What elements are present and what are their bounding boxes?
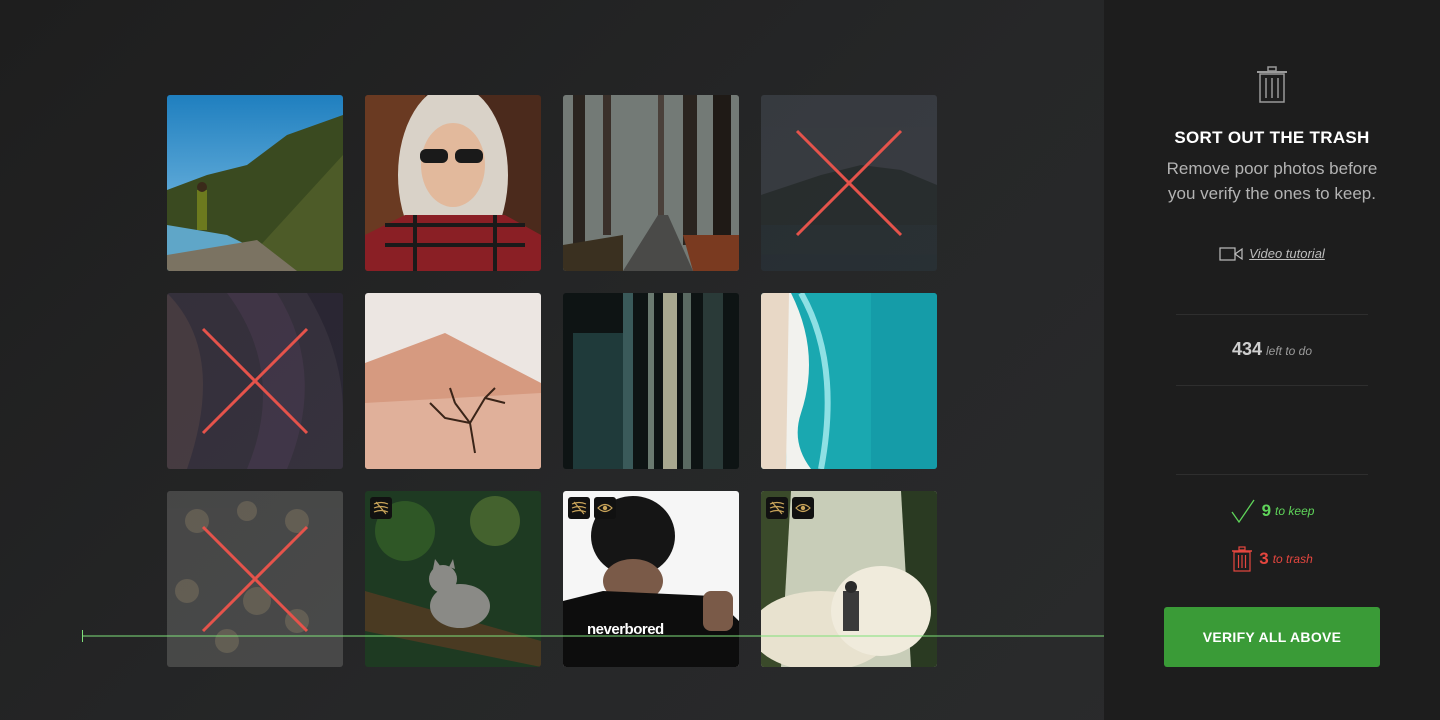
trash-x-icon: [201, 327, 309, 435]
photo-tile[interactable]: [761, 293, 937, 469]
divider: [1176, 314, 1368, 315]
photo-woman-sunglasses: [365, 95, 541, 271]
photo-tile[interactable]: [167, 95, 343, 271]
layers-icon[interactable]: [568, 497, 590, 519]
photo-badges: [766, 497, 814, 519]
photo-review-area: neverbored: [0, 0, 1104, 720]
photo-forest-road: [563, 95, 739, 271]
trash-stat: 3 to trash: [1104, 546, 1440, 572]
photo-tile[interactable]: [365, 293, 541, 469]
sidebar-description: Remove poor photos before you verify the…: [1166, 159, 1378, 203]
layers-icon[interactable]: [370, 497, 392, 519]
sidebar: SORT OUT THE TRASH Remove poor photos be…: [1104, 0, 1440, 720]
guide-line: [82, 630, 1153, 642]
keep-count: 9: [1261, 501, 1272, 520]
trash-icon: [1232, 546, 1253, 572]
photo-tile[interactable]: [563, 293, 739, 469]
keep-label: to keep: [1275, 504, 1315, 518]
keep-stat: 9 to keep: [1104, 498, 1440, 524]
photo-desert-tree: [365, 293, 541, 469]
video-camera-icon: [1219, 246, 1243, 261]
photo-tile[interactable]: [365, 95, 541, 271]
remaining-number: 434: [1231, 339, 1262, 359]
trash-count: 3: [1259, 549, 1269, 568]
photo-ocean-aerial: [761, 293, 937, 469]
eye-icon[interactable]: [594, 497, 616, 519]
photo-tile[interactable]: [167, 293, 343, 469]
trash-label: to trash: [1272, 552, 1313, 566]
trash-x-icon: [795, 129, 903, 237]
divider: [1176, 474, 1368, 475]
remaining-count: 434 left to do: [1104, 339, 1440, 360]
divider: [1176, 385, 1368, 386]
photo-tile[interactable]: [761, 95, 937, 271]
photo-badges: [568, 497, 616, 519]
photo-badges: [370, 497, 392, 519]
photo-hiker-cliff: [167, 95, 343, 271]
verify-all-button[interactable]: VERIFY ALL ABOVE: [1164, 607, 1380, 667]
video-tutorial-label[interactable]: Video tutorial: [1249, 246, 1325, 261]
remaining-label: left to do: [1266, 344, 1313, 358]
eye-icon[interactable]: [792, 497, 814, 519]
trash-icon: [1257, 66, 1287, 103]
sidebar-title: SORT OUT THE TRASH: [1174, 128, 1370, 147]
photo-tile[interactable]: [563, 95, 739, 271]
layers-icon[interactable]: [766, 497, 788, 519]
check-icon: [1231, 499, 1255, 524]
photo-blurred-building: [563, 293, 739, 469]
video-tutorial-link[interactable]: Video tutorial: [1104, 245, 1440, 261]
